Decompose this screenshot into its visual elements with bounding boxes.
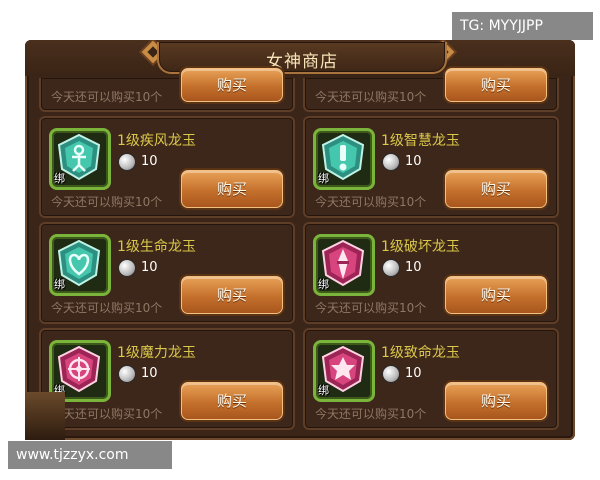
bind-label: 绑 (318, 172, 329, 185)
item-grid: 今天还可以购买10个 购买 今天还可以购买10个 购买 绑 1级疾风龙玉 10 … (39, 68, 561, 438)
site-watermark: www.tjzzyx.com (8, 441, 172, 469)
purchase-limit: 今天还可以购买10个 (315, 195, 427, 209)
buy-button[interactable]: 购买 (445, 170, 547, 208)
buy-button[interactable]: 购买 (445, 68, 547, 102)
item-card: 绑 1级智慧龙玉 10 今天还可以购买10个 购买 (303, 116, 559, 218)
silver-coin-icon (383, 154, 399, 170)
item-price: 10 (141, 366, 158, 381)
item-card: 绑 1级致命龙玉 10 今天还可以购买10个 购买 (303, 328, 559, 430)
purchase-limit: 今天还可以购买10个 (315, 407, 427, 421)
item-icon-frame[interactable]: 绑 (313, 234, 375, 296)
item-price: 10 (405, 154, 422, 169)
silver-coin-icon (383, 366, 399, 382)
left-decoration (25, 392, 65, 440)
item-price: 10 (405, 366, 422, 381)
item-icon-frame[interactable]: 绑 (313, 340, 375, 402)
item-name: 1级破坏龙玉 (381, 239, 460, 255)
buy-button[interactable]: 购买 (445, 382, 547, 420)
item-price: 10 (141, 260, 158, 275)
purchase-limit: 今天还可以购买10个 (51, 195, 163, 209)
tg-watermark: TG: MYYJJPP (452, 12, 593, 40)
item-icon-frame[interactable]: 绑 (49, 128, 111, 190)
buy-button[interactable]: 购买 (181, 276, 283, 314)
item-name: 1级魔力龙玉 (117, 345, 196, 361)
buy-button[interactable]: 购买 (181, 68, 283, 102)
purchase-limit: 今天还可以购买10个 (51, 90, 163, 104)
purchase-limit: 今天还可以购买10个 (51, 407, 163, 421)
goddess-shop-panel: 女神商店 今天还可以购买10个 购买 今天还可以购买10个 购买 绑 1级疾风龙… (25, 40, 575, 440)
item-card: 绑 1级破坏龙玉 10 今天还可以购买10个 购买 (303, 222, 559, 324)
item-name: 1级疾风龙玉 (117, 133, 196, 149)
item-card-partial: 今天还可以购买10个 购买 (39, 68, 295, 112)
buy-button[interactable]: 购买 (181, 382, 283, 420)
silver-coin-icon (119, 260, 135, 276)
item-card: 绑 1级生命龙玉 10 今天还可以购买10个 购买 (39, 222, 295, 324)
item-icon-frame[interactable]: 绑 (313, 128, 375, 190)
item-price: 10 (405, 260, 422, 275)
item-name: 1级生命龙玉 (117, 239, 196, 255)
item-name: 1级智慧龙玉 (381, 133, 460, 149)
purchase-limit: 今天还可以购买10个 (315, 90, 427, 104)
bind-label: 绑 (54, 172, 65, 185)
item-card-partial: 今天还可以购买10个 购买 (303, 68, 559, 112)
silver-coin-icon (119, 154, 135, 170)
item-price: 10 (141, 154, 158, 169)
buy-button[interactable]: 购买 (181, 170, 283, 208)
purchase-limit: 今天还可以购买10个 (51, 301, 163, 315)
buy-button[interactable]: 购买 (445, 276, 547, 314)
bind-label: 绑 (54, 278, 65, 291)
item-card: 绑 1级疾风龙玉 10 今天还可以购买10个 购买 (39, 116, 295, 218)
item-icon-frame[interactable]: 绑 (49, 234, 111, 296)
bind-label: 绑 (318, 278, 329, 291)
purchase-limit: 今天还可以购买10个 (315, 301, 427, 315)
silver-coin-icon (119, 366, 135, 382)
bind-label: 绑 (318, 384, 329, 397)
item-name: 1级致命龙玉 (381, 345, 460, 361)
silver-coin-icon (383, 260, 399, 276)
item-card: 绑 1级魔力龙玉 10 今天还可以购买10个 购买 (39, 328, 295, 430)
